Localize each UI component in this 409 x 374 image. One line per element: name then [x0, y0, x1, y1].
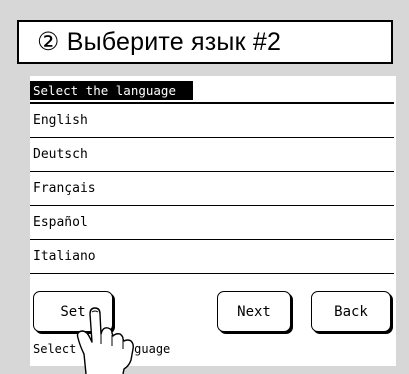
next-button[interactable]: Next [217, 291, 291, 332]
language-item-deutsch[interactable]: Deutsch [30, 138, 394, 172]
language-item-english[interactable]: English [30, 104, 394, 138]
screen-header: Select the language [30, 81, 193, 100]
language-item-francais[interactable]: Français [30, 172, 394, 206]
step-title-box: ② Выберите язык #2 [17, 20, 393, 64]
language-list: English Deutsch Français Español Italian… [30, 104, 394, 274]
back-button[interactable]: Back [311, 291, 391, 332]
hand-pointer-icon [76, 307, 134, 374]
language-item-italiano[interactable]: Italiano [30, 240, 394, 274]
step-title: ② Выберите язык #2 [37, 28, 282, 56]
language-item-espanol[interactable]: Español [30, 206, 394, 240]
